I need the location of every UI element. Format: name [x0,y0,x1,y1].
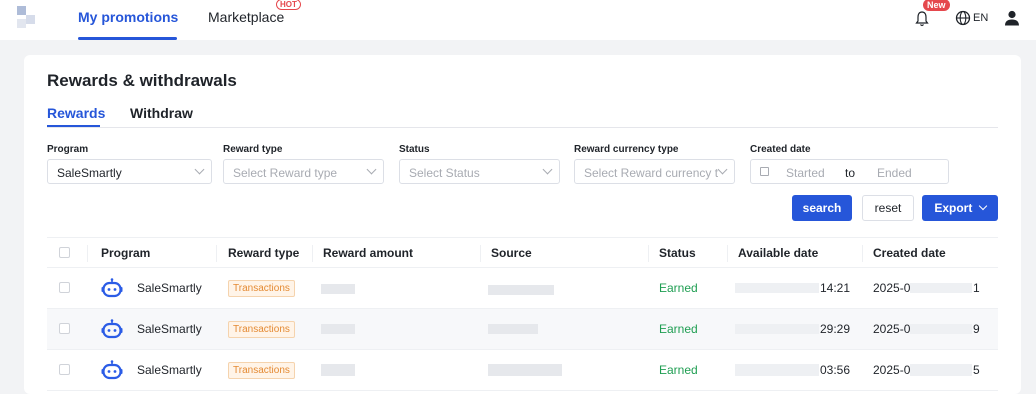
row-checkbox[interactable] [59,282,70,293]
redacted-available-date [735,324,819,334]
table-header: Program Reward type Reward amount Source… [47,237,998,268]
created-date-prefix: 2025-0 [873,281,911,295]
program-name: SaleSmartly [137,363,202,377]
redacted-source [488,364,562,376]
redacted-reward-amount [321,284,355,294]
chevron-down-icon [717,164,728,175]
column-program[interactable]: Program [101,246,150,260]
column-reward-amount[interactable]: Reward amount [323,246,413,260]
tab-rewards[interactable]: Rewards [47,105,105,121]
tab-divider [47,127,998,128]
select-all-checkbox[interactable] [59,247,70,258]
language-selector[interactable]: EN [973,12,988,24]
program-name: SaleSmartly [137,281,202,295]
nav-tab-my-promotions[interactable]: My promotions [78,9,178,25]
hot-badge: HOT [276,0,301,10]
reward-type-tag: Transactions [228,280,295,297]
robot-icon [101,360,123,380]
redacted-created-date [910,283,972,293]
export-button[interactable]: Export [922,195,998,221]
reward-type-tag: Transactions [228,362,295,379]
chevron-down-icon [978,201,987,211]
redacted-source [488,324,538,334]
program-name: SaleSmartly [137,322,202,336]
date-end-input[interactable]: Ended [877,166,912,180]
redacted-reward-amount [321,324,355,334]
column-reward-type[interactable]: Reward type [228,246,299,260]
created-date-prefix: 2025-0 [873,363,911,377]
table-row[interactable]: SaleSmartly Transactions Earned 14:21 20… [47,268,998,309]
redacted-created-date [910,364,972,376]
chevron-down-icon [194,164,205,175]
created-date-prefix: 2025-0 [873,322,911,336]
reset-button[interactable]: reset [862,195,914,221]
program-select[interactable]: SaleSmartly [47,159,212,184]
program-select-value: SaleSmartly [57,166,122,180]
date-separator: to [845,166,856,180]
column-created-date[interactable]: Created date [873,246,946,260]
search-button[interactable]: search [792,195,852,221]
currency-placeholder: Select Reward currency t [584,166,719,180]
column-status[interactable]: Status [659,246,696,260]
date-range-picker[interactable]: Started to Ended [750,159,949,184]
tab-active-indicator [47,125,100,127]
nav-tab-marketplace[interactable]: Marketplace [208,9,284,25]
redacted-available-date [735,283,819,293]
status-earned: Earned [659,281,698,295]
globe-icon[interactable] [955,10,971,26]
status-earned: Earned [659,363,698,377]
table-row[interactable]: SaleSmartly Transactions Earned 03:56 20… [47,350,998,391]
redacted-source [488,285,554,295]
status-label: Status [399,144,430,155]
created-date-suffix: 9 [973,322,980,336]
reward-type-tag: Transactions [228,321,295,338]
created-date-suffix: 1 [973,281,980,295]
page-title: Rewards & withdrawals [47,71,237,90]
tab-withdraw[interactable]: Withdraw [130,105,193,121]
nav-active-indicator [78,37,177,40]
reward-type-placeholder: Select Reward type [233,166,338,180]
available-date-time: 14:21 [820,281,851,295]
column-source[interactable]: Source [491,246,532,260]
robot-icon [101,278,123,298]
export-label: Export [934,201,973,215]
calendar-icon [760,167,769,176]
status-earned: Earned [659,322,698,336]
redacted-created-date [910,324,972,334]
created-date-suffix: 5 [973,363,980,377]
table-row[interactable]: SaleSmartly Transactions Earned 29:29 20… [47,309,998,350]
chevron-down-icon [366,164,377,175]
program-label: Program [47,144,89,155]
top-nav: My promotions Marketplace HOT New EN [0,0,1036,40]
available-date-time: 03:56 [820,363,851,377]
date-start-input[interactable]: Started [786,166,825,180]
redacted-reward-amount [321,364,355,376]
bell-icon[interactable] [915,11,929,27]
status-select[interactable]: Select Status [399,159,560,184]
chevron-down-icon [542,164,553,175]
user-icon[interactable] [1003,9,1021,27]
available-date-time: 29:29 [820,322,851,336]
new-badge: New [923,0,950,11]
rewards-card: Rewards & withdrawals Rewards Withdraw P… [24,55,1021,394]
created-date-label: Created date [750,144,811,155]
redacted-available-date [735,364,819,376]
robot-icon [101,319,123,339]
logo[interactable] [17,6,43,32]
currency-label: Reward currency type [574,144,679,155]
status-placeholder: Select Status [409,166,480,180]
reward-type-label: Reward type [223,144,283,155]
currency-select[interactable]: Select Reward currency t [574,159,735,184]
reward-type-select[interactable]: Select Reward type [223,159,384,184]
row-checkbox[interactable] [59,323,70,334]
column-available-date[interactable]: Available date [738,246,818,260]
row-checkbox[interactable] [59,364,70,375]
